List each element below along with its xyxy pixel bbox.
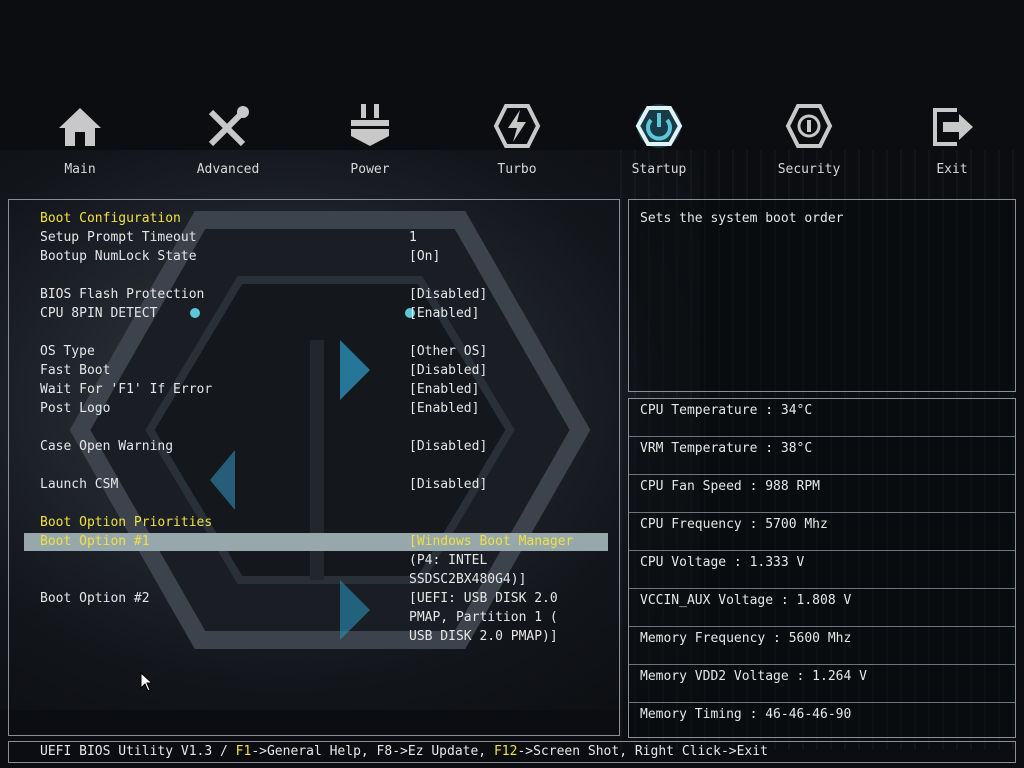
power-button-icon xyxy=(635,104,683,148)
setting-label-fast-boot[interactable]: Fast Boot xyxy=(40,361,110,380)
setting-label-bios-flash-protection[interactable]: BIOS Flash Protection xyxy=(40,285,204,304)
setting-value-bios-flash-protection[interactable]: [Disabled] xyxy=(409,285,487,304)
tab-advanced-label: Advanced xyxy=(196,162,260,177)
tools-icon xyxy=(208,106,249,147)
setting-label-setup-prompt-timeout[interactable]: Setup Prompt Timeout xyxy=(40,228,197,247)
setting-value-post-logo[interactable]: [Enabled] xyxy=(409,399,479,418)
hw-vccin-aux-voltage: VCCIN_AUX Voltage : 1.808 V xyxy=(629,589,1015,627)
settings-panel xyxy=(8,199,620,736)
home-icon xyxy=(59,108,101,146)
setting-value-os-type[interactable]: [Other OS] xyxy=(409,342,487,361)
setting-value-bootup-numlock[interactable]: [On] xyxy=(409,247,440,266)
setting-value-boot-option-1-line2[interactable]: (P4: INTEL xyxy=(409,551,487,570)
tab-exit[interactable]: Exit xyxy=(897,100,1007,177)
mouse-cursor-icon xyxy=(140,672,152,692)
status-f12-text: ->Screen Shot, Right Click->Exit xyxy=(517,744,768,759)
setting-label-post-logo[interactable]: Post Logo xyxy=(40,399,110,418)
tab-turbo[interactable]: Turbo xyxy=(462,100,572,177)
setting-label-boot-option-2[interactable]: Boot Option #2 xyxy=(40,589,150,608)
setting-value-boot-option-2-line1[interactable]: [UEFI: USB DISK 2.0 xyxy=(409,589,558,608)
help-panel: Sets the system boot order xyxy=(628,199,1016,392)
status-f12-key: F12 xyxy=(493,744,518,759)
hw-memory-vdd2-voltage: Memory VDD2 Voltage : 1.264 V xyxy=(629,665,1015,703)
status-bar: UEFI BIOS Utility V1.3 / F1->General Hel… xyxy=(8,741,1016,763)
setting-value-case-open-warning[interactable]: [Disabled] xyxy=(409,437,487,456)
setting-label-launch-csm[interactable]: Launch CSM xyxy=(40,475,118,494)
lightning-icon xyxy=(493,104,541,148)
setting-value-boot-option-2-line3[interactable]: USB DISK 2.0 PMAP)] xyxy=(409,627,558,646)
tab-power-label: Power xyxy=(350,162,390,177)
tab-turbo-label: Turbo xyxy=(497,162,537,177)
hw-cpu-voltage: CPU Voltage : 1.333 V xyxy=(629,551,1015,589)
setting-label-os-type[interactable]: OS Type xyxy=(40,342,95,361)
setting-value-boot-option-1-line3[interactable]: SSDSC2BX480G4)] xyxy=(409,570,526,589)
tab-power[interactable]: Power xyxy=(315,100,425,177)
help-text: Sets the system boot order xyxy=(640,211,844,226)
setting-label-bootup-numlock[interactable]: Bootup NumLock State xyxy=(40,247,197,266)
tab-security-label: Security xyxy=(777,162,841,177)
hw-cpu-fan-speed: CPU Fan Speed : 988 RPM xyxy=(629,475,1015,513)
shield-icon xyxy=(785,104,833,148)
hw-cpu-temperature: CPU Temperature : 34°C xyxy=(629,399,1015,437)
status-prefix: UEFI BIOS Utility V1.3 / xyxy=(40,744,236,759)
setting-value-launch-csm[interactable]: [Disabled] xyxy=(409,475,487,494)
tab-main[interactable]: Main xyxy=(25,100,135,177)
setting-value-wait-f1[interactable]: [Enabled] xyxy=(409,380,479,399)
section-boot-option-priorities: Boot Option Priorities xyxy=(40,515,213,530)
top-navigation: Main Advanced Power Turbo Startup Securi… xyxy=(0,100,1024,190)
setting-value-cpu-8pin-detect[interactable]: [Enabled] xyxy=(409,304,479,323)
tab-advanced[interactable]: Advanced xyxy=(173,100,283,177)
power-plug-icon xyxy=(351,104,389,146)
tab-startup[interactable]: Startup xyxy=(604,100,714,177)
tab-exit-label: Exit xyxy=(936,162,968,177)
setting-label-wait-f1[interactable]: Wait For 'F1' If Error xyxy=(40,380,212,399)
hw-memory-frequency: Memory Frequency : 5600 Mhz xyxy=(629,627,1015,665)
tab-startup-label: Startup xyxy=(631,162,687,177)
hardware-monitor-panel: CPU Temperature : 34°C VRM Temperature :… xyxy=(628,398,1016,738)
tab-main-label: Main xyxy=(64,162,96,177)
setting-value-boot-option-2-line2[interactable]: PMAP, Partition 1 ( xyxy=(409,608,558,627)
setting-value-setup-prompt-timeout[interactable]: 1 xyxy=(409,228,417,247)
section-boot-configuration: Boot Configuration xyxy=(40,211,181,226)
setting-value-fast-boot[interactable]: [Disabled] xyxy=(409,361,487,380)
setting-value-boot-option-1-line1[interactable]: [Windows Boot Manager xyxy=(409,532,573,551)
hw-cpu-frequency: CPU Frequency : 5700 Mhz xyxy=(629,513,1015,551)
exit-icon xyxy=(933,108,973,146)
setting-label-case-open-warning[interactable]: Case Open Warning xyxy=(40,437,173,456)
tab-security[interactable]: Security xyxy=(754,100,864,177)
hw-memory-timing: Memory Timing : 46-46-46-90 xyxy=(640,707,852,722)
setting-label-cpu-8pin-detect[interactable]: CPU 8PIN DETECT xyxy=(40,304,157,323)
status-f1-key: F1 xyxy=(235,744,252,759)
hw-vrm-temperature: VRM Temperature : 38°C xyxy=(629,437,1015,475)
setting-label-boot-option-1[interactable]: Boot Option #1 xyxy=(40,532,150,551)
status-f1-text: ->General Help, F8->Ez Update, xyxy=(251,744,494,759)
